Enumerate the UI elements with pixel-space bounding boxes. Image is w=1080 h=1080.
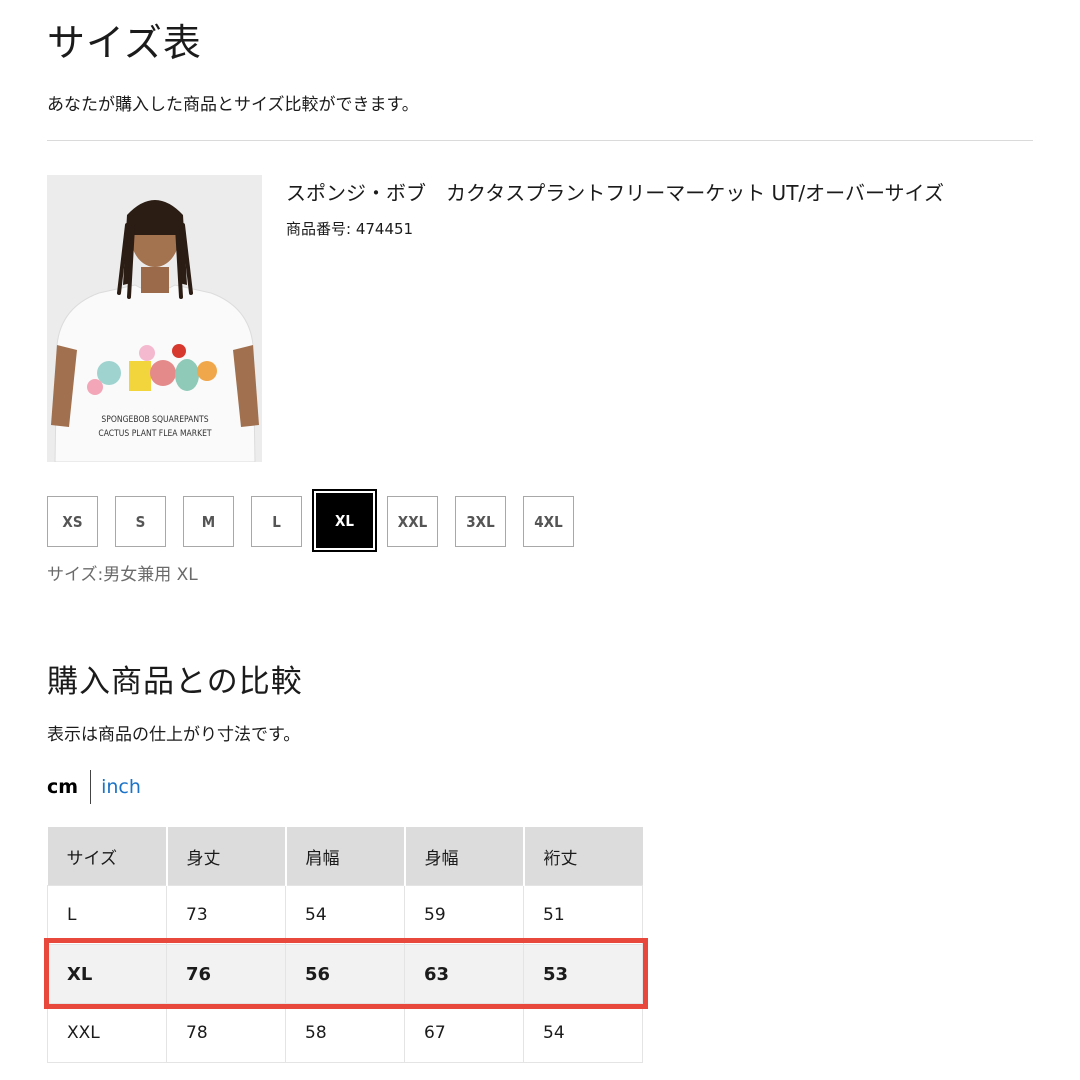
size-button-4xl[interactable]: 4XL xyxy=(523,496,574,547)
table-cell: 78 xyxy=(166,1003,286,1063)
size-button-xxl[interactable]: XXL xyxy=(387,496,438,547)
table-row: L 73 54 59 51 xyxy=(47,885,643,945)
header-sleeve: 裄丈 xyxy=(523,827,643,886)
header-shoulder: 肩幅 xyxy=(285,827,406,886)
header-size: サイズ xyxy=(47,827,168,886)
table-cell: 58 xyxy=(285,1003,405,1063)
page-description: あなたが購入した商品とサイズ比較ができます。 xyxy=(47,95,419,115)
unit-inch-link[interactable]: inch xyxy=(101,776,141,798)
table-cell: 53 xyxy=(523,944,643,1004)
table-cell: 54 xyxy=(523,1003,643,1063)
table-cell: L xyxy=(47,885,167,945)
table-row-highlighted: XL 76 56 63 53 xyxy=(47,944,643,1004)
table-cell: 63 xyxy=(404,944,524,1004)
table-header-row: サイズ 身丈 肩幅 身幅 裄丈 xyxy=(47,827,643,886)
size-button-xs[interactable]: XS xyxy=(47,496,98,547)
product-image: SPONGEBOB SQUAREPANTS CACTUS PLANT FLEA … xyxy=(47,175,262,462)
selected-size-label: サイズ:男女兼用 XL xyxy=(47,565,198,585)
table-cell: 51 xyxy=(523,885,643,945)
comparison-title: 購入商品との比較 xyxy=(47,664,303,700)
page-title: サイズ表 xyxy=(47,21,202,65)
header-chest: 身幅 xyxy=(404,827,525,886)
shirt-print-line2: CACTUS PLANT FLEA MARKET xyxy=(98,429,212,439)
unit-cm-option[interactable]: cm xyxy=(47,776,78,798)
size-button-m[interactable]: M xyxy=(183,496,234,547)
comparison-description: 表示は商品の仕上がり寸法です。 xyxy=(47,725,301,745)
header-length: 身丈 xyxy=(166,827,287,886)
size-button-xl[interactable]: XL xyxy=(312,489,377,552)
table-cell: 67 xyxy=(404,1003,524,1063)
table-cell: 73 xyxy=(166,885,286,945)
size-button-3xl[interactable]: 3XL xyxy=(455,496,506,547)
table-cell: 76 xyxy=(166,944,286,1004)
divider xyxy=(47,140,1033,141)
unit-toggle: cm inch xyxy=(47,770,141,804)
table-cell: 59 xyxy=(404,885,524,945)
table-cell: 54 xyxy=(285,885,405,945)
product-number: 商品番号: 474451 xyxy=(286,220,414,238)
shirt-print-line1: SPONGEBOB SQUAREPANTS xyxy=(101,415,208,425)
unit-separator xyxy=(90,770,92,804)
table-cell: XXL xyxy=(47,1003,167,1063)
product-name: スポンジ・ボブ カクタスプラントフリーマーケット UT/オーバーサイズ xyxy=(286,181,944,205)
table-cell: 56 xyxy=(285,944,405,1004)
size-comparison-table: サイズ 身丈 肩幅 身幅 裄丈 L 73 54 59 51 XL 76 56 6… xyxy=(47,827,643,1063)
size-button-s[interactable]: S xyxy=(115,496,166,547)
table-cell: XL xyxy=(47,944,167,1004)
size-button-l[interactable]: L xyxy=(251,496,302,547)
table-row: XXL 78 58 67 54 xyxy=(47,1003,643,1063)
